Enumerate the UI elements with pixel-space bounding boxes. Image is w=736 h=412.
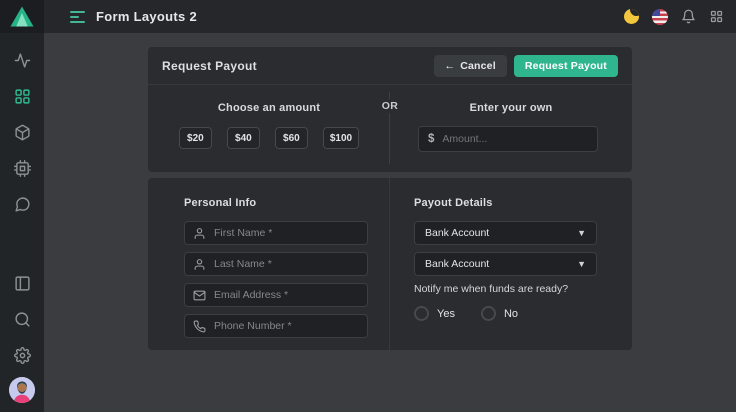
logo[interactable] [0,0,44,33]
us-flag-icon [652,9,668,25]
triangle-logo-icon [10,6,34,27]
custom-amount-field[interactable]: $ [418,126,598,152]
select-value: Bank Account [425,258,489,270]
cancel-button[interactable]: ← Cancel [434,55,507,77]
amount-buttons: $20 $40 $60 $100 [148,127,390,149]
last-name-field[interactable] [184,252,368,276]
sidebar-item-layout-toggle[interactable] [0,265,44,301]
sidebar-item-activity[interactable] [0,42,44,78]
sidebar-item-system[interactable] [0,150,44,186]
bank-account-select-1[interactable]: Bank Account ▼ [414,221,597,245]
app-grid-icon [709,9,724,24]
sidebar-item-search[interactable] [0,301,44,337]
layout-icon [14,275,31,292]
enter-own-label: Enter your own [390,102,632,114]
email-icon [193,289,206,302]
amount-button-100[interactable]: $100 [323,127,359,149]
enter-own-group: Enter your own $ [390,85,632,152]
notify-question: Notify me when funds are ready? [414,283,597,295]
email-input[interactable] [214,289,359,301]
phone-icon [193,320,206,333]
card-title: Request Payout [162,59,257,73]
choose-amount-label: Choose an amount [148,102,390,114]
chevron-down-icon: ▼ [577,259,586,269]
avatar-illustration [9,377,35,403]
select-value: Bank Account [425,227,489,239]
cpu-icon [14,160,31,177]
language-button[interactable] [652,9,668,25]
sidebar-item-settings[interactable] [0,337,44,373]
apps-menu-button[interactable] [709,9,724,24]
first-name-field[interactable] [184,221,368,245]
payout-selects: Bank Account ▼ Bank Account ▼ [414,221,597,276]
request-payout-card: Request Payout ← Cancel Request Payout C… [148,47,632,172]
chat-icon [14,196,31,213]
radio-no-label: No [504,308,518,320]
payout-details-column: Payout Details Bank Account ▼ Bank Accou… [414,178,597,321]
custom-amount-input[interactable] [442,133,588,145]
amount-section: Choose an amount $20 $40 $60 $100 OR Ent… [148,85,632,171]
phone-input[interactable] [214,320,359,332]
personal-info-column: Personal Info [184,178,368,345]
sidebar-item-messages[interactable] [0,186,44,222]
activity-icon [14,52,31,69]
menu-icon [70,11,85,13]
amount-button-40[interactable]: $40 [227,127,260,149]
person-icon [193,258,206,271]
search-icon [14,311,31,328]
page-title: Form Layouts 2 [96,9,197,24]
moon-icon [624,9,639,24]
personal-info-fields [184,221,368,338]
radio-circle-icon[interactable] [414,306,429,321]
sidebar-nav [0,33,44,222]
back-arrow-icon: ← [445,60,456,72]
settings-gear-icon [14,347,31,364]
payout-details-title: Payout Details [414,197,597,209]
email-field[interactable] [184,283,368,307]
request-payout-button[interactable]: Request Payout [514,55,618,77]
chevron-down-icon: ▼ [577,228,586,238]
bell-icon [681,9,696,24]
sidebar-item-components[interactable] [0,114,44,150]
bank-account-select-2[interactable]: Bank Account ▼ [414,252,597,276]
notifications-button[interactable] [681,9,696,24]
app-root: Form Layouts 2 Request Payout ← Cancel [0,0,736,412]
theme-toggle-button[interactable] [624,9,639,24]
card-actions: ← Cancel Request Payout [434,55,619,77]
personal-info-title: Personal Info [184,197,368,209]
person-icon [193,227,206,240]
amount-button-60[interactable]: $60 [275,127,308,149]
dollar-icon: $ [428,133,434,145]
sidebar-bottom [0,265,44,412]
menu-toggle-button[interactable] [70,11,86,23]
amount-button-20[interactable]: $20 [179,127,212,149]
radio-yes-label: Yes [437,308,455,320]
top-header: Form Layouts 2 [44,0,736,33]
sidebar-item-layouts[interactable] [0,78,44,114]
card-header: Request Payout ← Cancel Request Payout [148,47,632,85]
user-avatar[interactable] [9,377,35,403]
notify-radio-group: Yes No [414,306,597,321]
first-name-input[interactable] [214,227,359,239]
header-actions [624,9,724,25]
cancel-button-label: Cancel [460,60,496,72]
cube-icon [14,124,31,141]
sidebar [0,0,44,412]
grid-icon [14,88,31,105]
radio-yes[interactable]: Yes [414,306,455,321]
radio-no[interactable]: No [481,306,518,321]
choose-amount-group: Choose an amount $20 $40 $60 $100 [148,85,390,149]
radio-circle-icon[interactable] [481,306,496,321]
details-card: Personal Info [148,178,632,350]
phone-field[interactable] [184,314,368,338]
column-divider [389,178,390,350]
last-name-input[interactable] [214,258,359,270]
